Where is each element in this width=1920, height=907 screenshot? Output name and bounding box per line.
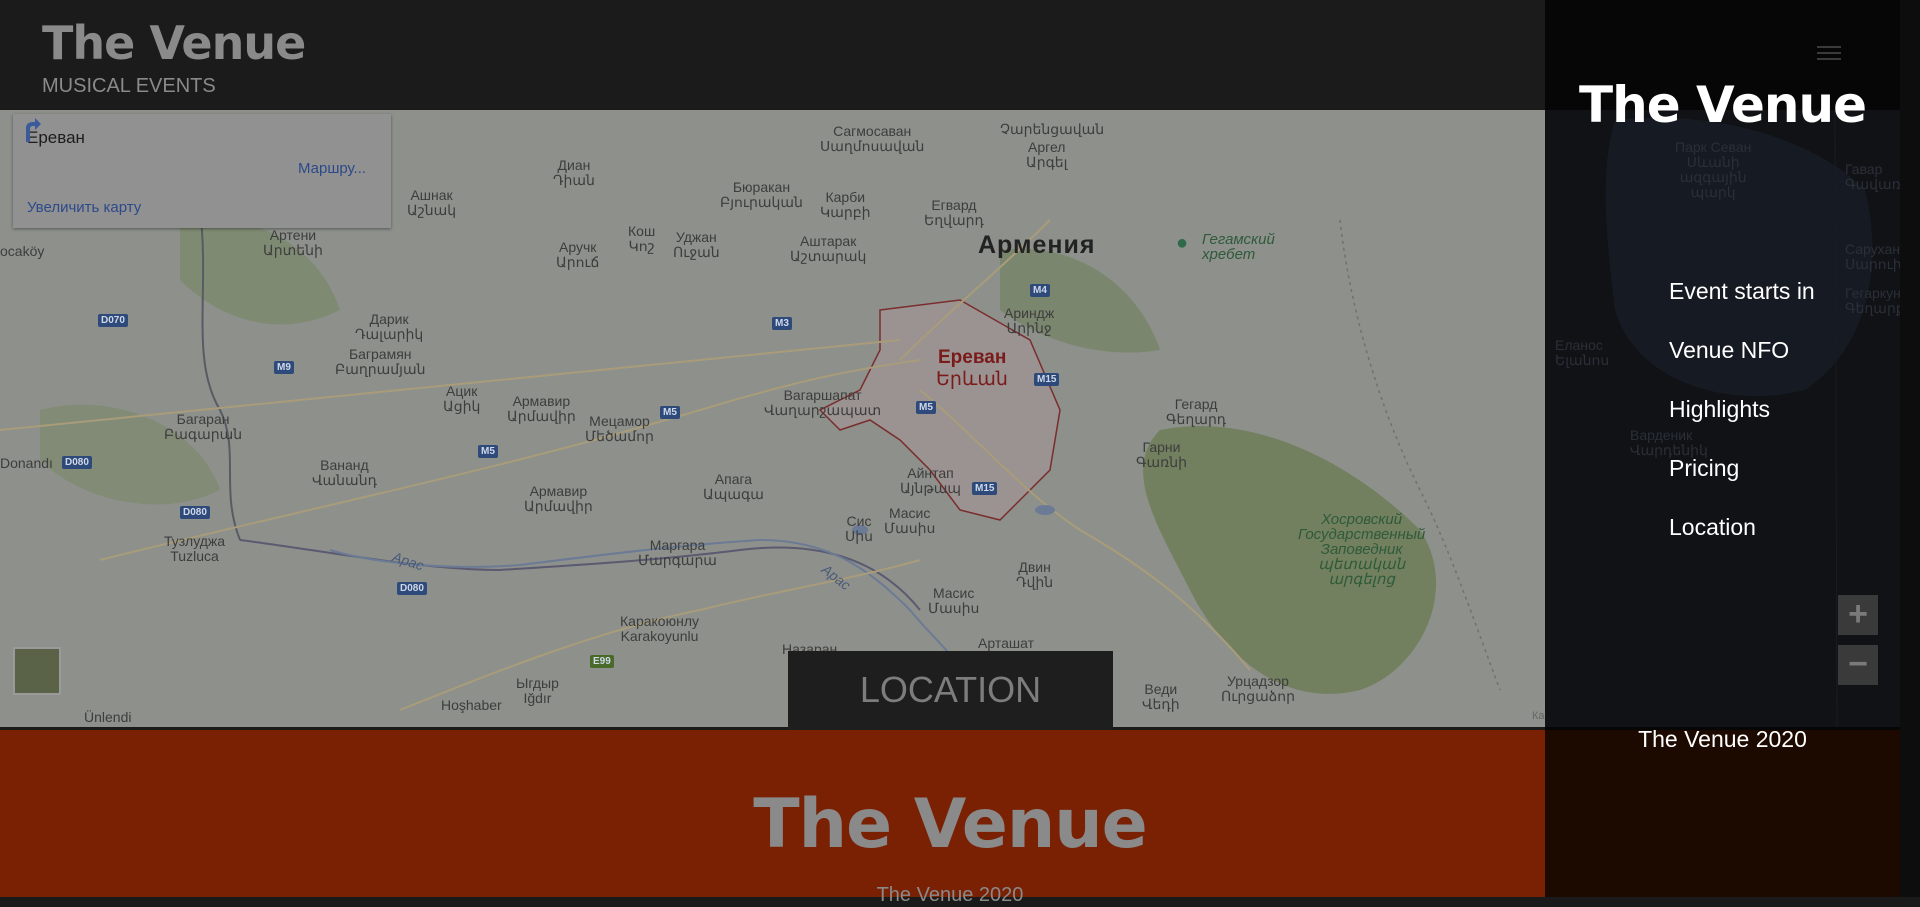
- map-label-garni: Гарни Գառնի: [1136, 439, 1188, 470]
- side-map-label: Гегаркуник Գեղարքունիք: [1845, 285, 1900, 316]
- road-badge: M15: [1034, 373, 1060, 386]
- side-nav-menu: Event starts in Venue NFO Highlights Pri…: [1669, 278, 1815, 573]
- map-label-metsamor: Мецамор Մեծամոր: [585, 413, 654, 444]
- map-label-egvard: Егвард Եղվարդ: [924, 197, 984, 228]
- map-label-hoshaber: Hoşhaber: [441, 697, 502, 713]
- brand-title[interactable]: The Venue: [42, 16, 306, 70]
- map-label-apaga: Апага Ապագա: [703, 471, 764, 502]
- embedded-map[interactable]: Армения Ереван Երևան Сагмосаван Սաղմոսավ…: [0, 110, 1545, 727]
- map-label-karbi: Карби Կարբի: [820, 189, 871, 220]
- map-label-capital-ru: Ереван: [938, 347, 1007, 368]
- map-label-dian: Диан Դիան: [553, 157, 595, 188]
- map-label-byurakan: Бюракан Բյուրական: [720, 179, 803, 210]
- map-label-aruch: Аручк Արուճ: [556, 239, 600, 270]
- map-zoom-in-button[interactable]: +: [1838, 595, 1878, 635]
- map-label-capital-hy: Երևան: [936, 369, 1008, 390]
- nav-item-event-starts[interactable]: Event starts in: [1669, 278, 1815, 337]
- map-label-ocakoy: ocaköy: [0, 243, 45, 259]
- map-label-achik: Ацик Ացիկ: [443, 383, 481, 414]
- road-badge: D080: [62, 456, 92, 469]
- nav-item-highlights[interactable]: Highlights: [1669, 396, 1815, 455]
- satellite-view-toggle[interactable]: [13, 647, 61, 695]
- map-label-ashnak: Ашнак Աշնակ: [407, 187, 457, 218]
- road-badge: M5: [660, 406, 680, 419]
- map-label-tuzluja: Тузлуджа Tuzluca: [164, 533, 226, 564]
- side-panel-copyright: The Venue 2020: [1638, 726, 1807, 752]
- map-label-khosrov-reserve: Хосровский Государственный Заповедник պե…: [1298, 511, 1426, 588]
- map-label-uzhan: Уджан Ուջան: [673, 229, 720, 260]
- side-map-label: Сарухан Սարուխան: [1845, 241, 1900, 272]
- side-map-label: Гавар Գավառ: [1845, 161, 1900, 192]
- side-footer-overlay: [1545, 730, 1900, 897]
- map-label-artheni: Артени Արտենի: [263, 227, 323, 258]
- nav-item-location[interactable]: Location: [1669, 514, 1815, 573]
- map-label-vanand: Вананд Վանանդ: [312, 457, 377, 488]
- map-label-ashtarak: Аштарак Աշտարակ: [790, 233, 867, 264]
- road-badge: D070: [98, 314, 128, 327]
- nav-item-venue-info[interactable]: Venue NFO: [1669, 337, 1815, 396]
- map-zoom-out-button[interactable]: −: [1838, 645, 1878, 685]
- map-label-igdir: Ыгдыр Iğdır: [516, 675, 559, 706]
- map-label-bagaran: Багаран Բագարան: [164, 411, 243, 442]
- side-map-label: Еланос Ելանոս: [1555, 337, 1610, 368]
- map-label-armavir-2: Армавир Արմավիր: [524, 483, 593, 514]
- map-label-aintap: Айнтап Այնթապ: [900, 465, 962, 496]
- map-label-masis: Масис Մասիս: [884, 505, 936, 536]
- map-label-artashat: Арташат: [978, 635, 1034, 651]
- map-label-sis: Сис Սիս: [845, 513, 873, 544]
- road-badge: D080: [180, 506, 210, 519]
- map-label-argel: Аргел Արգել: [1026, 139, 1068, 170]
- side-map-label: Парк Севан Սևանի ազգային պարկ: [1675, 139, 1752, 200]
- map-label-karakoyunlu: Каракоюнлу Karakoyunlu: [620, 613, 699, 644]
- map-label-kosh: Кош Կոշ: [628, 223, 656, 254]
- side-nav-panel: Парк Севан Սևանի ազգային պարկ Гавар Գավա…: [1545, 0, 1900, 897]
- section-label-location: LOCATION: [788, 651, 1113, 730]
- map-label-gegham-ridge: Гегамский хребет: [1202, 231, 1275, 263]
- nav-item-pricing[interactable]: Pricing: [1669, 455, 1815, 514]
- road-badge: M5: [916, 401, 936, 414]
- map-info-card: Ереван Маршру... Увеличить карту: [13, 114, 391, 228]
- map-attribution[interactable]: Картографические данные © 2020 Условия и…: [1532, 710, 1545, 722]
- brand-subtitle: MUSICAL EVENTS: [42, 75, 216, 97]
- map-label-bagramyan: Баграмян Բաղրամյան: [335, 346, 426, 377]
- map-label-dvin: Двин Դվին: [1016, 559, 1054, 590]
- road-badge: M5: [478, 445, 498, 458]
- mountain-pin-icon: ●: [1176, 232, 1189, 254]
- site-header: The Venue MUSICAL EVENTS: [0, 0, 1545, 110]
- map-label-donandi: Donandı: [0, 455, 53, 471]
- window-edge: [1900, 0, 1920, 897]
- map-label-gegard: Гегард Գեղարդ: [1166, 396, 1227, 427]
- enlarge-map-link[interactable]: Увеличить карту: [27, 199, 141, 216]
- map-label-country: Армения: [978, 231, 1096, 259]
- map-label-vagarshapat: Вагаршапат Վաղարշապատ: [764, 387, 882, 418]
- road-badge: M15: [972, 482, 998, 495]
- map-label-sagmosavan: Сагмосаван Սաղմոսավան: [820, 123, 925, 154]
- menu-toggle-icon[interactable]: [1817, 46, 1841, 64]
- road-badge: M4: [1030, 284, 1050, 297]
- map-label-charentsavan: Չարենցավան: [1000, 121, 1105, 137]
- side-panel-title[interactable]: The Venue: [1545, 76, 1900, 134]
- map-label-armavir-1: Армавир Արմավիր: [507, 393, 576, 424]
- directions-link[interactable]: Маршру...: [298, 160, 366, 177]
- road-badge: D080: [397, 582, 427, 595]
- map-label-arindzh: Ариндж Արինջ: [1004, 305, 1055, 336]
- road-badge: E99: [590, 655, 614, 668]
- map-label-darik: Дарик Դալարիկ: [355, 311, 424, 342]
- map-label-urtsadzor: Урцадзор Ուրցաձոր: [1221, 673, 1295, 704]
- map-label-margara: Маргара Մարգարա: [638, 537, 717, 568]
- map-label-unlendi: Ünlendi: [84, 709, 132, 725]
- road-badge: M3: [772, 317, 792, 330]
- map-label-vedi: Веди Վեդի: [1142, 681, 1180, 712]
- road-badge: M9: [274, 361, 294, 374]
- directions-icon[interactable]: [13, 114, 43, 144]
- map-label-masis-2: Масис Մասիս: [928, 585, 980, 616]
